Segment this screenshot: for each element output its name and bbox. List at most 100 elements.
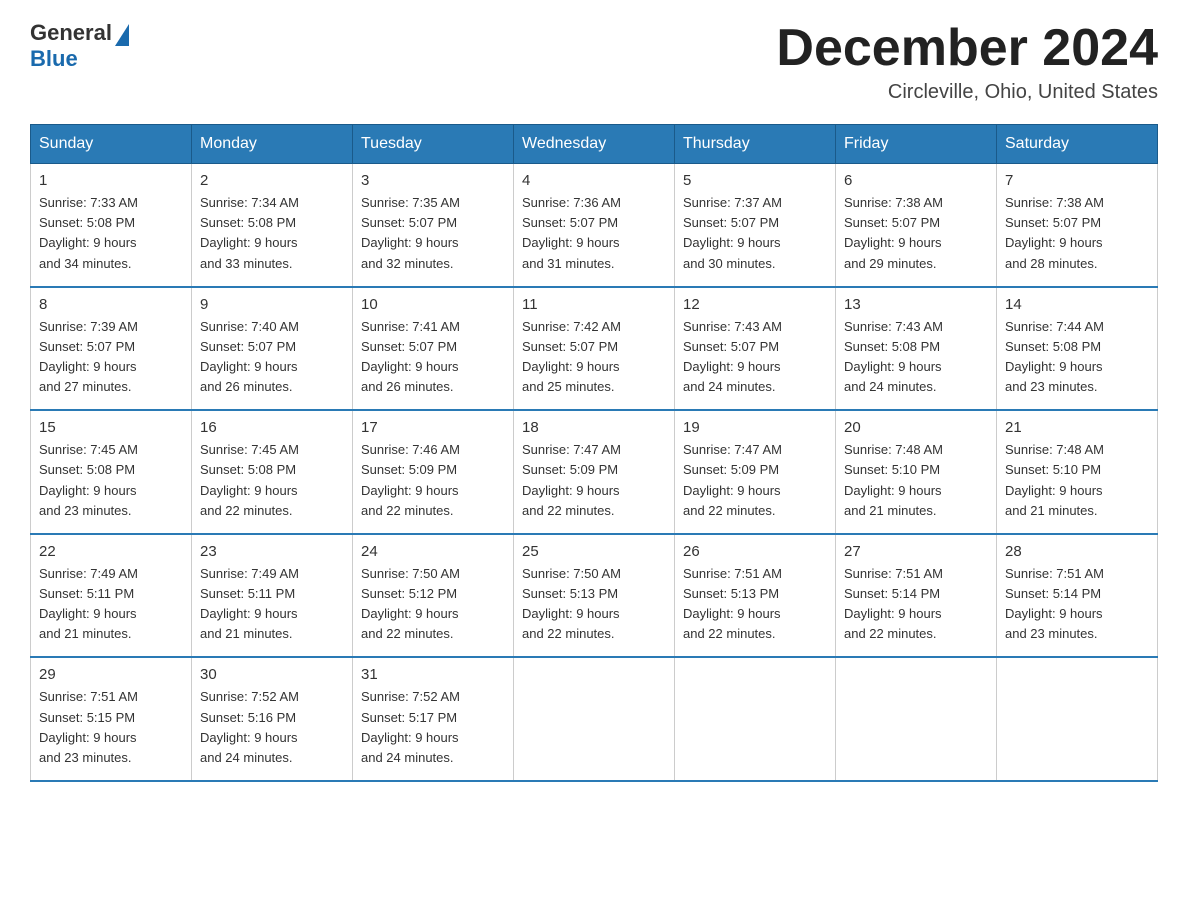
day-info: Sunrise: 7:47 AMSunset: 5:09 PMDaylight:… (683, 440, 827, 521)
day-number: 8 (39, 296, 183, 313)
calendar-cell: 26 Sunrise: 7:51 AMSunset: 5:13 PMDayligh… (675, 534, 836, 658)
day-info: Sunrise: 7:45 AMSunset: 5:08 PMDaylight:… (200, 440, 344, 521)
day-info: Sunrise: 7:36 AMSunset: 5:07 PMDaylight:… (522, 193, 666, 274)
day-number: 18 (522, 419, 666, 436)
calendar-cell: 28 Sunrise: 7:51 AMSunset: 5:14 PMDayligh… (997, 534, 1158, 658)
calendar-cell: 31 Sunrise: 7:52 AMSunset: 5:17 PMDayligh… (353, 657, 514, 781)
logo-triangle-icon (115, 24, 129, 46)
day-number: 12 (683, 296, 827, 313)
page-header: General Blue December 2024 Circleville, … (30, 20, 1158, 104)
day-info: Sunrise: 7:38 AMSunset: 5:07 PMDaylight:… (1005, 193, 1149, 274)
calendar-cell: 25 Sunrise: 7:50 AMSunset: 5:13 PMDayligh… (514, 534, 675, 658)
day-number: 5 (683, 172, 827, 189)
calendar-cell: 23 Sunrise: 7:49 AMSunset: 5:11 PMDayligh… (192, 534, 353, 658)
day-info: Sunrise: 7:34 AMSunset: 5:08 PMDaylight:… (200, 193, 344, 274)
calendar-cell: 30Sunrise: 7:52 AMSunset: 5:16 PMDayligh… (192, 657, 353, 781)
calendar-cell: 10 Sunrise: 7:41 AMSunset: 5:07 PMDayligh… (353, 287, 514, 411)
day-info: Sunrise: 7:38 AMSunset: 5:07 PMDaylight:… (844, 193, 988, 274)
calendar-cell: 5 Sunrise: 7:37 AMSunset: 5:07 PMDaylight… (675, 164, 836, 287)
day-info: Sunrise: 7:41 AMSunset: 5:07 PMDaylight:… (361, 317, 505, 398)
day-number: 3 (361, 172, 505, 189)
day-info: Sunrise: 7:49 AMSunset: 5:11 PMDaylight:… (200, 564, 344, 645)
day-info: Sunrise: 7:51 AMSunset: 5:14 PMDaylight:… (844, 564, 988, 645)
calendar-cell (675, 657, 836, 781)
calendar-cell: 3Sunrise: 7:35 AMSunset: 5:07 PMDaylight… (353, 164, 514, 287)
day-number: 19 (683, 419, 827, 436)
calendar-cell: 1Sunrise: 7:33 AMSunset: 5:08 PMDaylight… (31, 164, 192, 287)
week-row-5: 29 Sunrise: 7:51 AMSunset: 5:15 PMDayligh… (31, 657, 1158, 781)
calendar-cell: 13 Sunrise: 7:43 AMSunset: 5:08 PMDayligh… (836, 287, 997, 411)
calendar-cell (997, 657, 1158, 781)
day-info: Sunrise: 7:51 AMSunset: 5:14 PMDaylight:… (1005, 564, 1149, 645)
calendar-cell: 29 Sunrise: 7:51 AMSunset: 5:15 PMDayligh… (31, 657, 192, 781)
calendar-cell: 11 Sunrise: 7:42 AMSunset: 5:07 PMDayligh… (514, 287, 675, 411)
calendar-cell (836, 657, 997, 781)
day-number: 7 (1005, 172, 1149, 189)
day-number: 30 (200, 666, 344, 683)
day-info: Sunrise: 7:46 AMSunset: 5:09 PMDaylight:… (361, 440, 505, 521)
day-number: 27 (844, 543, 988, 560)
header-sunday: Sunday (31, 125, 192, 164)
calendar-cell: 19 Sunrise: 7:47 AMSunset: 5:09 PMDayligh… (675, 410, 836, 534)
calendar-cell: 17Sunrise: 7:46 AMSunset: 5:09 PMDayligh… (353, 410, 514, 534)
day-info: Sunrise: 7:51 AMSunset: 5:13 PMDaylight:… (683, 564, 827, 645)
day-number: 24 (361, 543, 505, 560)
day-info: Sunrise: 7:48 AMSunset: 5:10 PMDaylight:… (844, 440, 988, 521)
calendar-cell: 4Sunrise: 7:36 AMSunset: 5:07 PMDaylight… (514, 164, 675, 287)
day-number: 14 (1005, 296, 1149, 313)
header-friday: Friday (836, 125, 997, 164)
header-saturday: Saturday (997, 125, 1158, 164)
day-info: Sunrise: 7:37 AMSunset: 5:07 PMDaylight:… (683, 193, 827, 274)
day-number: 2 (200, 172, 344, 189)
calendar-cell: 22Sunrise: 7:49 AMSunset: 5:11 PMDayligh… (31, 534, 192, 658)
day-info: Sunrise: 7:43 AMSunset: 5:08 PMDaylight:… (844, 317, 988, 398)
calendar-cell: 7 Sunrise: 7:38 AMSunset: 5:07 PMDaylight… (997, 164, 1158, 287)
day-info: Sunrise: 7:50 AMSunset: 5:12 PMDaylight:… (361, 564, 505, 645)
header-thursday: Thursday (675, 125, 836, 164)
calendar-cell: 8Sunrise: 7:39 AMSunset: 5:07 PMDaylight… (31, 287, 192, 411)
day-info: Sunrise: 7:40 AMSunset: 5:07 PMDaylight:… (200, 317, 344, 398)
header-wednesday: Wednesday (514, 125, 675, 164)
calendar-cell: 18Sunrise: 7:47 AMSunset: 5:09 PMDayligh… (514, 410, 675, 534)
header-monday: Monday (192, 125, 353, 164)
day-number: 20 (844, 419, 988, 436)
day-number: 13 (844, 296, 988, 313)
logo-blue-text: Blue (30, 46, 78, 72)
calendar-cell: 14 Sunrise: 7:44 AMSunset: 5:08 PMDayligh… (997, 287, 1158, 411)
day-info: Sunrise: 7:48 AMSunset: 5:10 PMDaylight:… (1005, 440, 1149, 521)
day-number: 21 (1005, 419, 1149, 436)
calendar-table: SundayMondayTuesdayWednesdayThursdayFrid… (30, 124, 1158, 782)
day-number: 23 (200, 543, 344, 560)
month-title: December 2024 (776, 20, 1158, 77)
day-number: 28 (1005, 543, 1149, 560)
calendar-cell: 6Sunrise: 7:38 AMSunset: 5:07 PMDaylight… (836, 164, 997, 287)
day-info: Sunrise: 7:52 AMSunset: 5:17 PMDaylight:… (361, 687, 505, 768)
calendar-cell: 2 Sunrise: 7:34 AMSunset: 5:08 PMDaylight… (192, 164, 353, 287)
day-number: 16 (200, 419, 344, 436)
day-info: Sunrise: 7:51 AMSunset: 5:15 PMDaylight:… (39, 687, 183, 768)
day-info: Sunrise: 7:43 AMSunset: 5:07 PMDaylight:… (683, 317, 827, 398)
day-info: Sunrise: 7:44 AMSunset: 5:08 PMDaylight:… (1005, 317, 1149, 398)
calendar-header-row: SundayMondayTuesdayWednesdayThursdayFrid… (31, 125, 1158, 164)
day-info: Sunrise: 7:49 AMSunset: 5:11 PMDaylight:… (39, 564, 183, 645)
calendar-cell: 16 Sunrise: 7:45 AMSunset: 5:08 PMDayligh… (192, 410, 353, 534)
day-info: Sunrise: 7:45 AMSunset: 5:08 PMDaylight:… (39, 440, 183, 521)
calendar-cell: 15Sunrise: 7:45 AMSunset: 5:08 PMDayligh… (31, 410, 192, 534)
calendar-cell: 21 Sunrise: 7:48 AMSunset: 5:10 PMDayligh… (997, 410, 1158, 534)
day-number: 10 (361, 296, 505, 313)
day-number: 31 (361, 666, 505, 683)
day-number: 29 (39, 666, 183, 683)
day-number: 26 (683, 543, 827, 560)
day-number: 11 (522, 296, 666, 313)
calendar-cell: 9Sunrise: 7:40 AMSunset: 5:07 PMDaylight… (192, 287, 353, 411)
day-info: Sunrise: 7:50 AMSunset: 5:13 PMDaylight:… (522, 564, 666, 645)
calendar-cell (514, 657, 675, 781)
week-row-2: 8Sunrise: 7:39 AMSunset: 5:07 PMDaylight… (31, 287, 1158, 411)
day-info: Sunrise: 7:42 AMSunset: 5:07 PMDaylight:… (522, 317, 666, 398)
day-number: 25 (522, 543, 666, 560)
location-subtitle: Circleville, Ohio, United States (776, 81, 1158, 104)
logo-general-text: General (30, 20, 112, 46)
week-row-1: 1Sunrise: 7:33 AMSunset: 5:08 PMDaylight… (31, 164, 1158, 287)
title-area: December 2024 Circleville, Ohio, United … (776, 20, 1158, 104)
header-tuesday: Tuesday (353, 125, 514, 164)
